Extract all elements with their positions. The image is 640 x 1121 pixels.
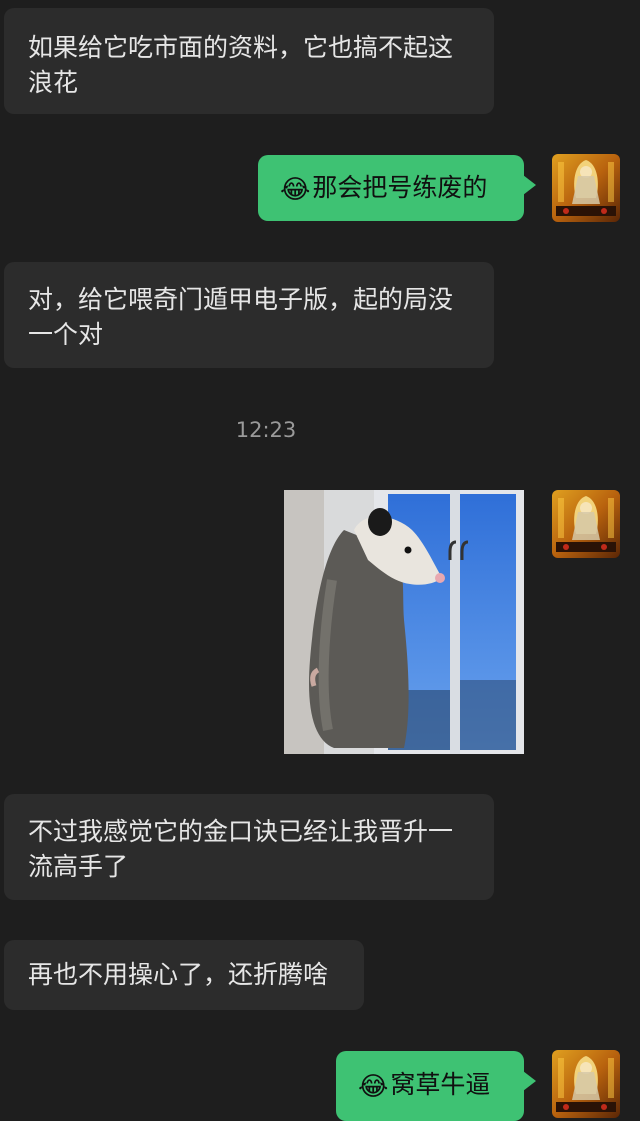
message-timestamp: 12:23 (235, 418, 297, 442)
opossum-photo (284, 490, 524, 754)
user-avatar[interactable] (552, 1050, 620, 1118)
user-avatar[interactable] (552, 490, 620, 558)
message-text: 对，给它喂奇门遁甲电子版，起的局没一个对 (28, 285, 454, 349)
message-text: 不过我感觉它的金口诀已经让我晋升一流高手了 (28, 817, 454, 881)
avatar-image (552, 154, 620, 222)
message-bubble-outgoing[interactable]: 😂窝草牛逼 (336, 1051, 536, 1121)
message-text: 那会把号练废的 (312, 173, 488, 202)
laughing-tears-emoji-icon: 😂 (280, 175, 311, 205)
image-message[interactable] (284, 490, 524, 754)
user-avatar[interactable] (552, 154, 620, 222)
avatar-image (552, 490, 620, 558)
message-bubble-incoming[interactable]: 如果给它吃市面的资料，它也搞不起这浪花 (4, 8, 494, 114)
message-bubble-incoming[interactable]: 对，给它喂奇门遁甲电子版，起的局没一个对 (4, 262, 494, 368)
message-bubble-incoming[interactable]: 不过我感觉它的金口诀已经让我晋升一流高手了 (4, 794, 494, 900)
message-text: 再也不用操心了，还折腾啥 (28, 960, 329, 989)
message-text: 如果给它吃市面的资料，它也搞不起这浪花 (28, 33, 454, 97)
message-bubble-outgoing[interactable]: 😂那会把号练废的 (258, 155, 536, 221)
message-text: 窝草牛逼 (390, 1070, 491, 1099)
laughing-tears-emoji-icon: 😂 (358, 1072, 389, 1102)
avatar-image (552, 1050, 620, 1118)
message-bubble-incoming[interactable]: 再也不用操心了，还折腾啥 (4, 940, 364, 1010)
